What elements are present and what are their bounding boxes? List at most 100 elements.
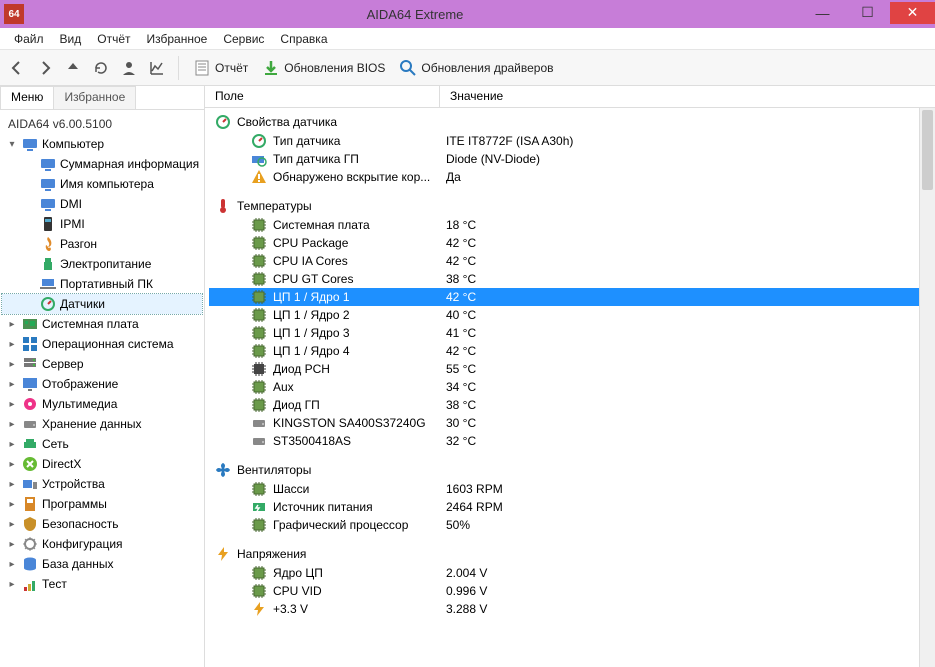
expander-icon[interactable]: ▸ [6,458,18,470]
section-header[interactable]: Температуры [209,196,935,216]
column-value[interactable]: Значение [440,86,935,107]
tree-node[interactable]: Имя компьютера [2,174,202,194]
tree-node[interactable]: Электропитание [2,254,202,274]
data-row[interactable]: Диод ГП38 °C [209,396,935,414]
menu-item[interactable]: Справка [272,30,335,48]
expander-icon[interactable]: ▸ [6,378,18,390]
tree-node[interactable]: ▸Хранение данных [2,414,202,434]
menu-item[interactable]: Сервис [215,30,272,48]
data-row[interactable]: CPU VID0.996 V [209,582,935,600]
tree-node[interactable]: IPMI [2,214,202,234]
data-row[interactable]: CPU IA Cores42 °C [209,252,935,270]
expander-icon[interactable]: ▸ [6,498,18,510]
drivers-label: Обновления драйверов [421,61,553,75]
expander-icon[interactable]: ▸ [6,418,18,430]
forward-button[interactable] [32,55,58,81]
expander-icon[interactable]: ▸ [6,518,18,530]
tree-node[interactable]: Портативный ПК [2,274,202,294]
report-button[interactable]: Отчёт [187,59,254,77]
data-row[interactable]: Графический процессор50% [209,516,935,534]
up-button[interactable] [60,55,86,81]
tree-node[interactable]: ▸Конфигурация [2,534,202,554]
data-row[interactable]: CPU GT Cores38 °C [209,270,935,288]
tree-node[interactable]: Разгон [2,234,202,254]
data-row[interactable]: ЦП 1 / Ядро 442 °C [209,342,935,360]
data-row[interactable]: CPU Package42 °C [209,234,935,252]
data-row[interactable]: Источник питания2464 RPM [209,498,935,516]
tree-node[interactable]: ▸Сеть [2,434,202,454]
expander-icon[interactable]: ▸ [6,538,18,550]
tree-node[interactable]: ▸Безопасность [2,514,202,534]
tree-node[interactable]: ▸Программы [2,494,202,514]
tree-node[interactable]: ▸Операционная система [2,334,202,354]
expander-icon[interactable]: ▸ [6,478,18,490]
data-row[interactable]: Шасси1603 RPM [209,480,935,498]
tree-node[interactable]: Датчики [2,294,202,314]
scrollbar[interactable] [919,108,935,667]
data-row[interactable]: Обнаружено вскрытие кор...Да [209,168,935,186]
tree-node[interactable]: Суммарная информация [2,154,202,174]
data-row[interactable]: Тип датчика ГПDiode (NV-Diode) [209,150,935,168]
tree[interactable]: AIDA64 v6.00.5100 ▾КомпьютерСуммарная ин… [0,110,204,667]
data-row[interactable]: +3.3 V3.288 V [209,600,935,618]
tree-node[interactable]: ▸Сервер [2,354,202,374]
data-row[interactable]: Диод PCH55 °C [209,360,935,378]
tree-node[interactable]: ▾Компьютер [2,134,202,154]
tab-favorites[interactable]: Избранное [53,86,136,109]
data-row[interactable]: KINGSTON SA400S37240G30 °C [209,414,935,432]
tree-node[interactable]: ▸Системная плата [2,314,202,334]
tree-node[interactable]: ▸База данных [2,554,202,574]
data-row[interactable]: Ядро ЦП2.004 V [209,564,935,582]
data-row[interactable]: Aux34 °C [209,378,935,396]
expander-icon[interactable]: ▸ [6,438,18,450]
data-row[interactable]: ЦП 1 / Ядро 240 °C [209,306,935,324]
row-value: 50% [440,518,935,532]
titlebar[interactable]: 64 AIDA64 Extreme — ☐ ✕ [0,0,935,28]
scrollbar-thumb[interactable] [922,110,933,190]
tree-node[interactable]: ▸Устройства [2,474,202,494]
tree-node[interactable]: ▸Мультимедиа [2,394,202,414]
expander-icon[interactable]: ▸ [6,318,18,330]
minimize-button[interactable]: — [800,2,845,24]
refresh-button[interactable] [88,55,114,81]
expander-icon[interactable]: ▸ [6,558,18,570]
maximize-button[interactable]: ☐ [845,2,890,24]
driver-update-button[interactable]: Обновления драйверов [393,59,559,77]
row-label: Ядро ЦП [273,566,323,580]
expander-icon[interactable]: ▾ [6,138,18,150]
data-row[interactable]: ST3500418AS32 °C [209,432,935,450]
data-row[interactable]: Тип датчикаITE IT8772F (ISA A30h) [209,132,935,150]
tree-node[interactable]: DMI [2,194,202,214]
user-button[interactable] [116,55,142,81]
data-row[interactable]: ЦП 1 / Ядро 142 °C [209,288,935,306]
expander-icon[interactable]: ▸ [6,578,18,590]
chip-icon [251,325,267,341]
data-row[interactable]: ЦП 1 / Ядро 341 °C [209,324,935,342]
menu-item[interactable]: Избранное [139,30,216,48]
expander-icon[interactable]: ▸ [6,338,18,350]
sidebar: Меню Избранное AIDA64 v6.00.5100 ▾Компью… [0,86,205,667]
data-row[interactable]: Системная плата18 °C [209,216,935,234]
expander-icon[interactable]: ▸ [6,358,18,370]
tree-node[interactable]: ▸Тест [2,574,202,594]
menu-item[interactable]: Файл [6,30,52,48]
section-header[interactable]: Вентиляторы [209,460,935,480]
close-button[interactable]: ✕ [890,2,935,24]
bios-update-button[interactable]: Обновления BIOS [256,59,391,77]
spacer [24,238,36,250]
tree-node[interactable]: ▸DirectX [2,454,202,474]
section-header[interactable]: Свойства датчика [209,112,935,132]
tree-node[interactable]: ▸Отображение [2,374,202,394]
fire-icon [40,236,56,252]
menu-item[interactable]: Отчёт [89,30,138,48]
content[interactable]: Свойства датчикаТип датчикаITE IT8772F (… [205,108,935,667]
app-icon: 64 [4,4,24,24]
expander-icon[interactable]: ▸ [6,398,18,410]
menu-item[interactable]: Вид [52,30,90,48]
row-value: Diode (NV-Diode) [440,152,935,166]
back-button[interactable] [4,55,30,81]
tab-menu[interactable]: Меню [0,86,54,109]
column-field[interactable]: Поле [205,86,440,107]
graph-button[interactable] [144,55,170,81]
section-header[interactable]: Напряжения [209,544,935,564]
